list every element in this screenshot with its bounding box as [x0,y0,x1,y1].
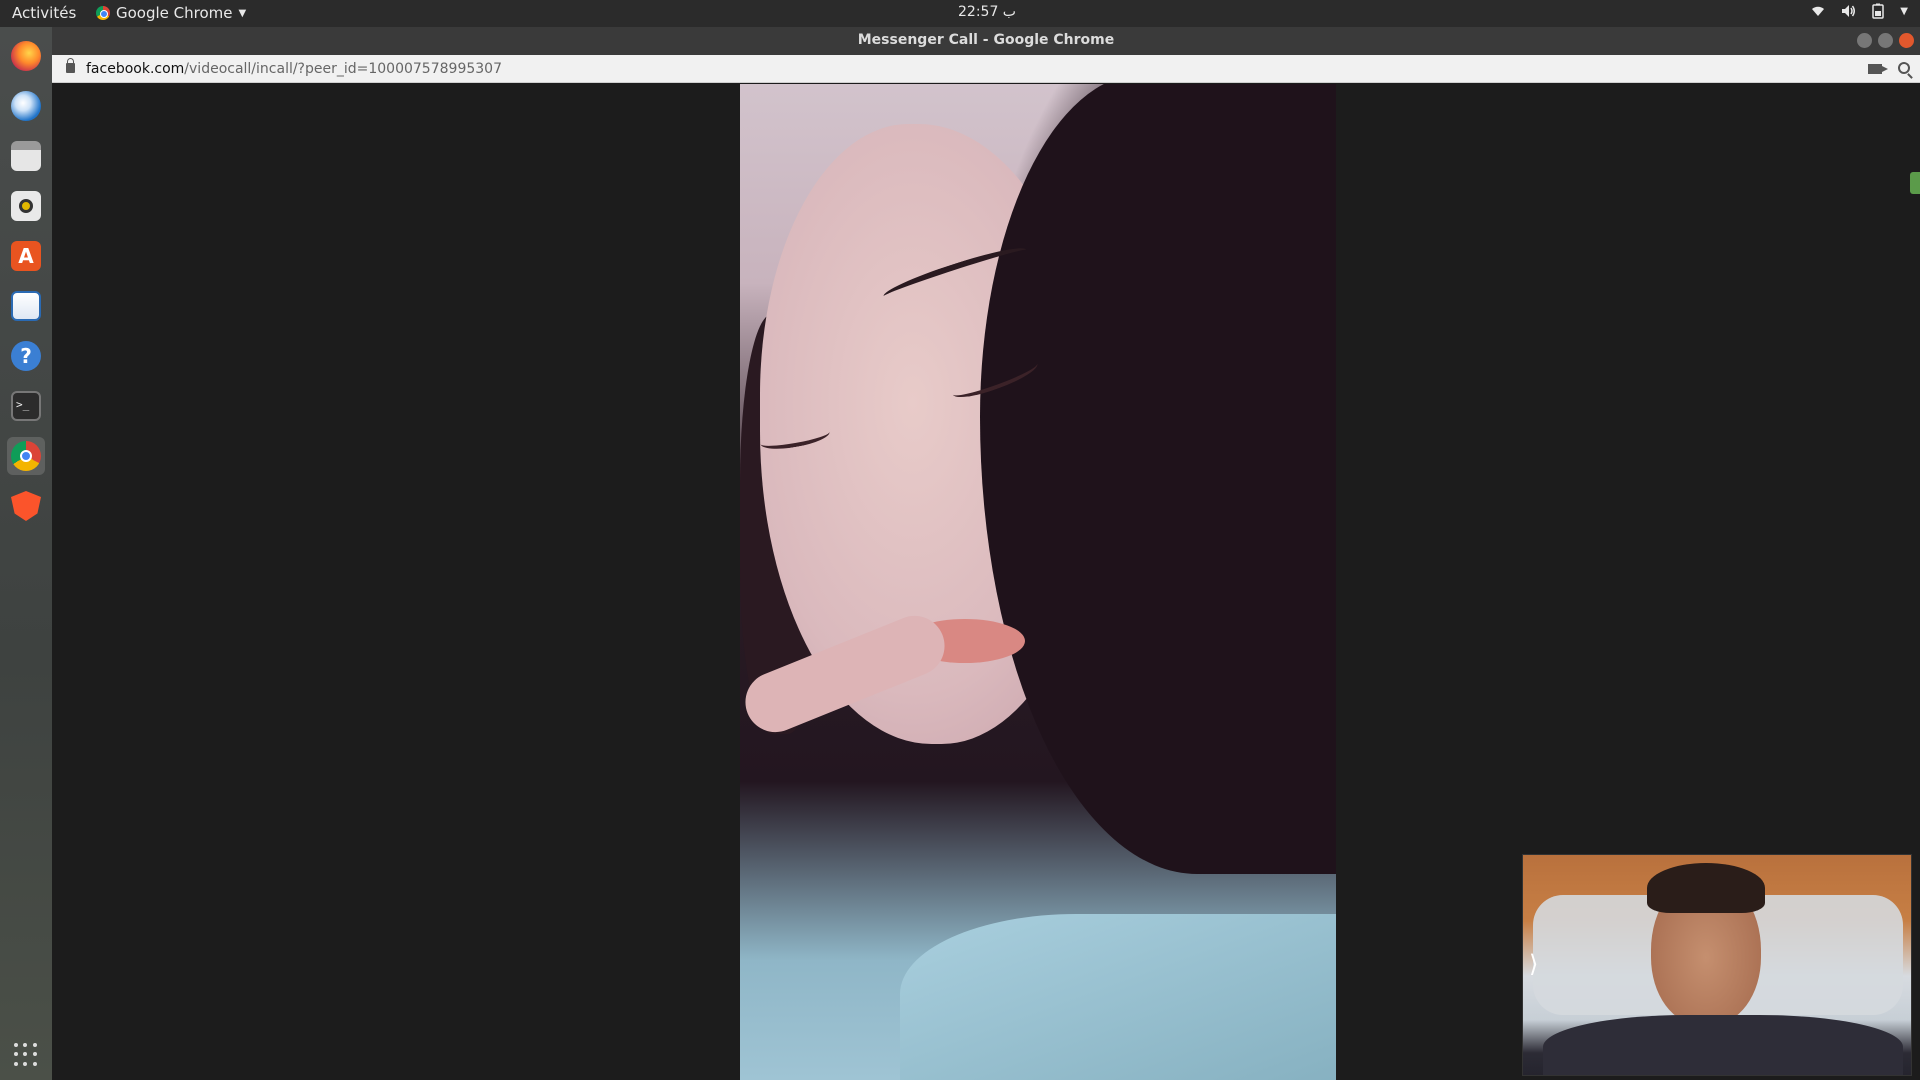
chrome-icon [11,441,41,471]
menu-caret-icon[interactable]: ▼ [1900,6,1908,17]
dock-terminal[interactable]: >_ [7,387,45,425]
brave-icon [11,491,41,521]
dock-files[interactable] [7,137,45,175]
dock-firefox[interactable] [7,37,45,75]
url-text[interactable]: facebook.com/videocall/incall/?peer_id=1… [86,61,502,77]
close-button[interactable] [1899,33,1914,48]
lock-icon[interactable] [66,58,75,73]
dock-thunderbird[interactable] [7,87,45,125]
clock[interactable]: 22:57 ب [958,4,1016,20]
chrome-icon [96,6,110,20]
wifi-icon[interactable] [1810,3,1826,19]
app-menu[interactable]: Google Chrome ▼ [96,4,246,22]
app-grid-icon[interactable] [14,1043,38,1067]
maximize-button[interactable] [1878,33,1893,48]
camera-icon[interactable] [1868,64,1888,74]
dock-writer[interactable] [7,287,45,325]
files-icon [11,141,41,171]
extension-tab[interactable] [1910,172,1920,194]
chevron-right-icon[interactable]: ⟩ [1529,950,1538,978]
remote-video-detail [900,914,1336,1080]
libreoffice-writer-icon [11,291,41,321]
self-video-detail [1543,1015,1903,1075]
url-host: facebook.com [86,61,185,77]
window-titlebar[interactable]: Messenger Call - Google Chrome [52,27,1920,55]
self-video-detail [1647,863,1765,913]
activities-button[interactable]: Activités [12,4,76,22]
dock-help[interactable]: ? [7,337,45,375]
self-video-preview[interactable]: ⟩ [1522,854,1912,1076]
rhythmbox-icon [11,191,41,221]
dock-brave[interactable] [7,487,45,525]
system-tray[interactable]: ▼ [1810,3,1908,19]
chevron-down-icon: ▼ [238,7,247,19]
firefox-icon [11,41,41,71]
remote-video-hair [980,84,1336,874]
zoom-icon[interactable] [1898,62,1910,74]
dock-software[interactable]: A [7,237,45,275]
thunderbird-icon [11,91,41,121]
dock: A ? >_ [0,27,52,1080]
address-bar-actions [1868,61,1910,74]
top-panel: Activités Google Chrome ▼ 22:57 ب ▼ [0,0,1920,27]
dock-chrome[interactable] [7,437,45,475]
window-title: Messenger Call - Google Chrome [857,32,1115,48]
dock-rhythmbox[interactable] [7,187,45,225]
software-center-icon: A [11,241,41,271]
battery-icon[interactable] [1870,3,1886,19]
remote-video[interactable] [740,84,1336,1080]
minimize-button[interactable] [1857,33,1872,48]
help-icon: ? [11,341,41,371]
url-path: /videocall/incall/?peer_id=1000075789953… [184,61,502,77]
window-controls [1857,33,1914,48]
call-area: ⟩ [52,84,1920,1080]
volume-icon[interactable] [1840,3,1856,19]
app-menu-label: Google Chrome [116,4,233,22]
address-bar[interactable]: facebook.com/videocall/incall/?peer_id=1… [52,55,1920,83]
terminal-icon: >_ [11,391,41,421]
